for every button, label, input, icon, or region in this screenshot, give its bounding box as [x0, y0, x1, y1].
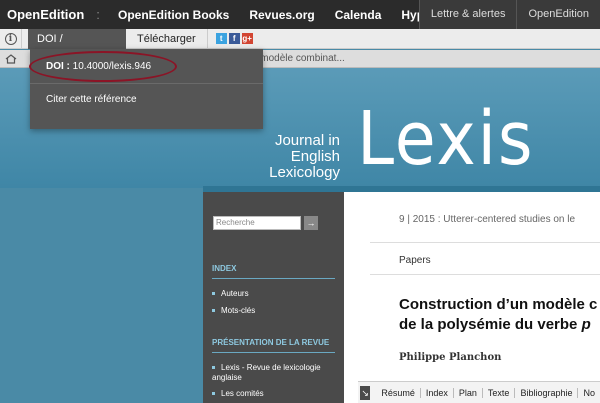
- journal-subtitle: Journal in English Lexicology: [222, 133, 340, 181]
- sidebar-item-lexis[interactable]: Lexis - Revue de lexicologie anglaise: [212, 363, 332, 383]
- tab-notes[interactable]: No: [578, 388, 600, 398]
- bullet-icon: [212, 309, 215, 313]
- cite-reference-item[interactable]: Citer cette référence: [46, 94, 137, 105]
- info-button[interactable]: i: [0, 28, 22, 49]
- nav-separator: :: [96, 7, 100, 22]
- home-button[interactable]: [0, 50, 22, 68]
- newsletter-link[interactable]: Lettre & alertes: [418, 0, 517, 29]
- sidebar-item-label: Lexis - Revue de lexicologie anglaise: [212, 363, 321, 382]
- openedition-link[interactable]: OpenEdition: [516, 0, 600, 29]
- sidebar-item-label: Auteurs: [221, 289, 249, 298]
- divider: [370, 242, 600, 243]
- article-tabs: ↘ Résumé Index Plan Texte Bibliographie …: [358, 381, 600, 403]
- highlight-ellipse: [29, 51, 177, 82]
- issue-link[interactable]: 9 | 2015 : Utterer-centered studies on l…: [399, 214, 575, 225]
- article-title-line-1: Construction d’un modèle c: [399, 296, 598, 313]
- collapse-arrow-icon[interactable]: ↘: [360, 385, 371, 400]
- download-tab[interactable]: Télécharger: [126, 28, 208, 49]
- divider: [370, 274, 600, 275]
- tab-bibliographie[interactable]: Bibliographie: [515, 387, 579, 398]
- index-heading: INDEX: [212, 264, 237, 273]
- search-submit-button[interactable]: →: [304, 216, 318, 230]
- bullet-icon: [212, 366, 215, 370]
- revue-heading: PRÉSENTATION DE LA REVUE: [212, 338, 330, 347]
- sidebar-item-label: Mots-clés: [221, 306, 256, 315]
- revue-divider: [212, 352, 335, 353]
- sidebar-item-committees[interactable]: Les comités: [212, 389, 264, 399]
- dropdown-divider: [30, 83, 263, 84]
- article-title-line-2: de la polysémie du verbe p: [399, 316, 591, 333]
- title-italic: p: [581, 316, 591, 333]
- nav-link-revues[interactable]: Revues.org: [239, 8, 324, 22]
- author-name[interactable]: Philippe Planchon: [399, 352, 501, 363]
- article-main: 9 | 2015 : Utterer-centered studies on l…: [344, 192, 600, 403]
- tab-index[interactable]: Index: [421, 387, 454, 398]
- nav-link-calenda[interactable]: Calenda: [325, 8, 392, 22]
- index-divider: [212, 278, 335, 279]
- facebook-icon[interactable]: f: [228, 33, 240, 44]
- social-share: t f g+: [215, 33, 253, 44]
- sidebar-item-label: Les comités: [221, 389, 264, 398]
- journal-line-2: English Lexicology: [269, 148, 340, 181]
- left-sidebar: Recherche → INDEX Auteurs Mots-clés PRÉS…: [203, 192, 344, 403]
- title-text: de la polysémie du verbe: [399, 316, 582, 333]
- nav-link-books[interactable]: OpenEdition Books: [108, 8, 239, 22]
- sidebar-item-keywords[interactable]: Mots-clés: [212, 306, 255, 316]
- sidebar-item-authors[interactable]: Auteurs: [212, 289, 249, 299]
- home-icon: [5, 53, 17, 64]
- search-input[interactable]: Recherche: [213, 216, 301, 230]
- top-nav-right: Lettre & alertes OpenEdition: [418, 0, 600, 29]
- doi-references-tab[interactable]: DOI / Références: [28, 28, 126, 65]
- bullet-icon: [212, 292, 215, 296]
- twitter-icon[interactable]: t: [215, 33, 227, 44]
- tab-resume[interactable]: Résumé: [376, 387, 421, 398]
- bullet-icon: [212, 392, 215, 396]
- tab-plan[interactable]: Plan: [454, 387, 483, 398]
- journal-line-1: Journal in: [274, 132, 340, 149]
- section-label[interactable]: Papers: [399, 255, 431, 266]
- tab-texte[interactable]: Texte: [483, 387, 516, 398]
- article-toolbar: i DOI / Références Télécharger t f g+: [0, 28, 600, 65]
- top-nav-bar: OpenEdition : OpenEdition Books Revues.o…: [0, 0, 600, 29]
- openedition-logo[interactable]: OpenEdition: [0, 7, 88, 22]
- lexis-logo[interactable]: Lexis: [357, 96, 534, 182]
- google-plus-icon[interactable]: g+: [241, 33, 253, 44]
- info-icon: i: [4, 32, 17, 45]
